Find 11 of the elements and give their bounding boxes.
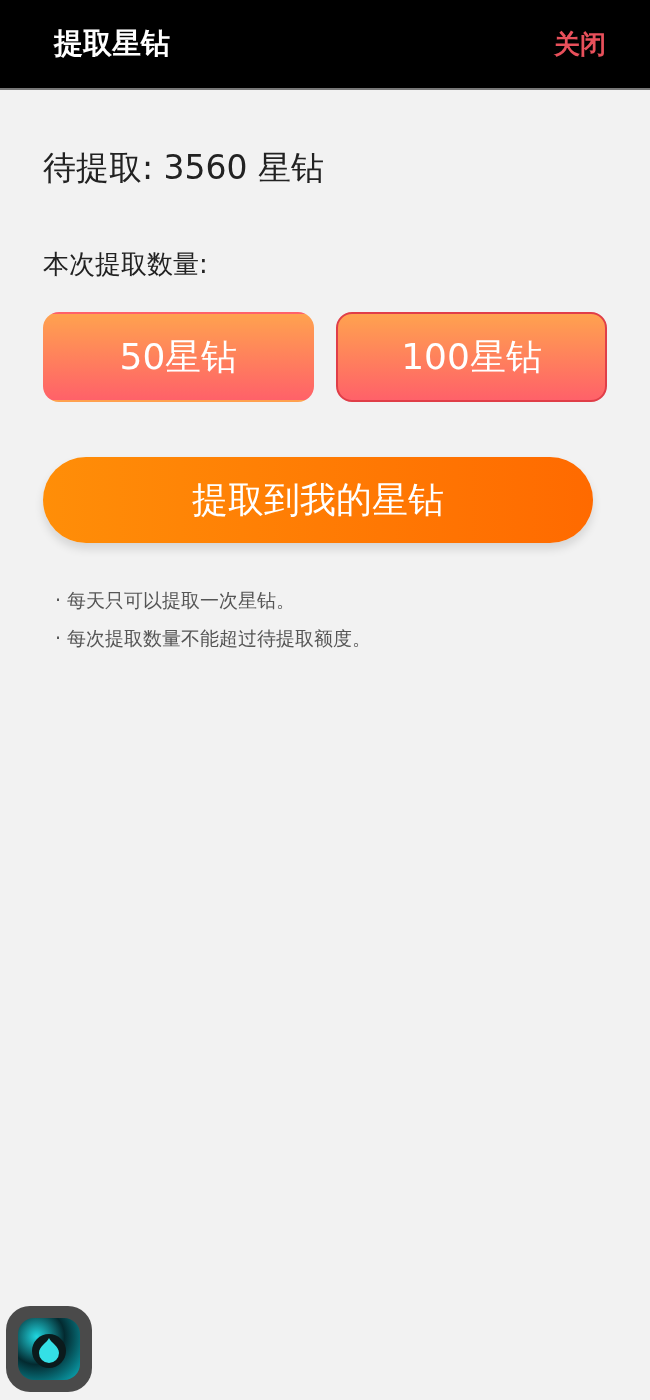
- amount-option[interactable]: 50星钻: [43, 312, 314, 402]
- amount-label: 本次提取数量:: [43, 248, 209, 281]
- close-link[interactable]: 关闭: [554, 26, 606, 62]
- amount-option[interactable]: 100星钻: [336, 312, 607, 402]
- note-text: · 每次提取数量不能超过待提取额度。: [55, 626, 373, 651]
- submit-button[interactable]: 提取到我的星钻: [43, 457, 593, 543]
- note-text: · 每天只可以提取一次星钻。: [55, 588, 297, 613]
- pending-amount: 待提取: 3560 星钻: [43, 147, 326, 189]
- drop-icon: [18, 1318, 80, 1380]
- floating-button[interactable]: [6, 1306, 92, 1392]
- page-title: 提取星钻: [54, 25, 170, 62]
